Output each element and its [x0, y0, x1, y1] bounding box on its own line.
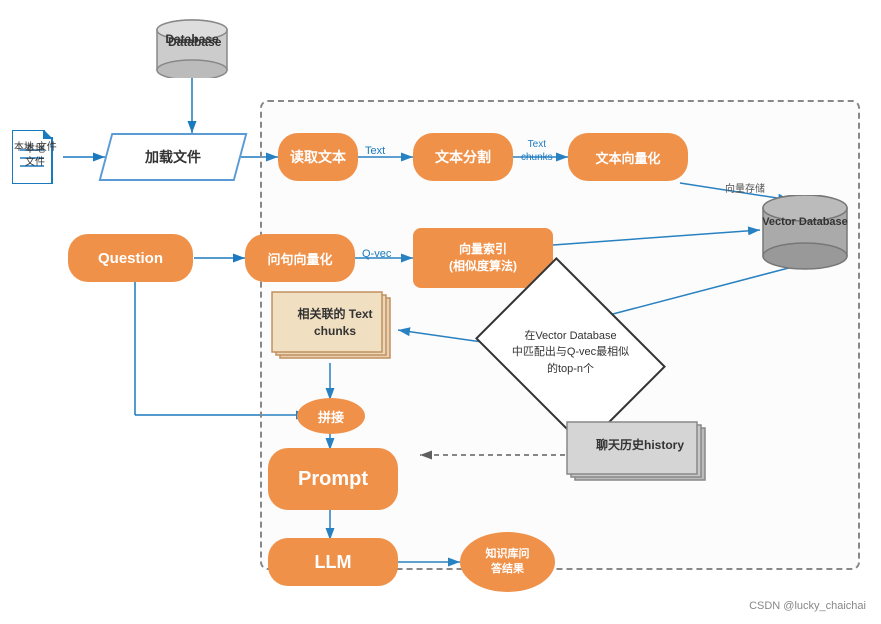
text-label: Text — [365, 145, 385, 157]
related-chunks-pages: 相关联的 Text chunks — [270, 290, 400, 365]
database-text: Database — [168, 35, 221, 49]
vector-db-cylinder: Vector Database — [755, 195, 855, 270]
concat-node: 拼接 — [297, 398, 365, 434]
diagram: Database Database 本地 文件 本地文件 加载文件 读取文本 T… — [0, 0, 881, 624]
watermark: CSDN @lucky_chaichai — [749, 600, 866, 612]
q-vec-label: Q-vec — [362, 248, 391, 260]
text-vectorize-node: 文本向量化 — [568, 133, 688, 181]
diamond-node: 在Vector Database 中匹配出与Q-vec最相似 的top-n个 — [493, 295, 648, 410]
knowledge-result-node: 知识库问 答结果 — [460, 532, 555, 592]
chat-history-pages: 聊天历史history — [565, 420, 715, 490]
load-file-node: 加载文件 — [105, 133, 241, 181]
question-node: Question — [68, 234, 193, 282]
related-chunks-label: 相关联的 Text chunks — [280, 306, 390, 340]
vector-db-label: Vector Database — [762, 215, 848, 230]
prompt-node: Prompt — [268, 448, 398, 510]
question-vectorize-node: 问句向量化 — [245, 234, 355, 282]
read-text-node: 读取文本 — [278, 133, 358, 181]
text-split-node: 文本分割 — [413, 133, 513, 181]
vector-index-node: 向量索引 (相似度算法) — [413, 228, 553, 288]
vector-store-label: 向量存储 — [725, 180, 765, 195]
chat-history-label: 聊天历史history — [575, 436, 705, 453]
text-chunks-label: Textchunks — [521, 138, 553, 164]
llm-node: LLM — [268, 538, 398, 586]
